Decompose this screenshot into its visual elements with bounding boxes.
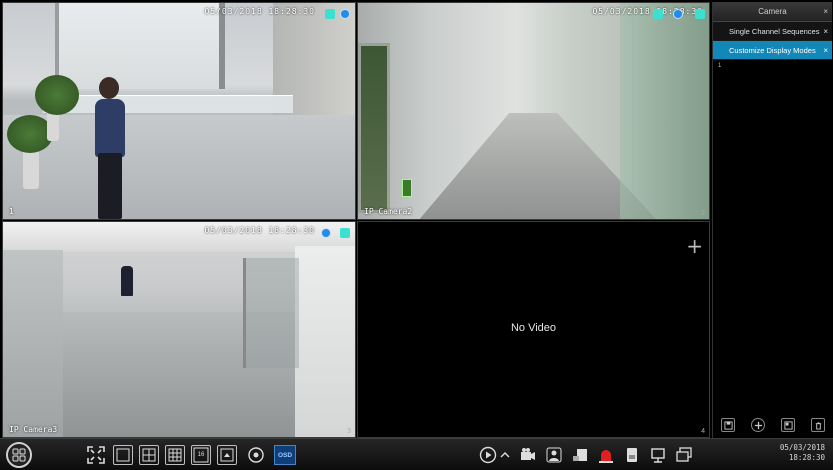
- menu-item-label: Single Channel Sequences: [729, 27, 820, 36]
- layout-16-label: 16: [197, 452, 205, 458]
- monitor-info-icon: [676, 447, 692, 462]
- network-icon: [651, 448, 665, 463]
- motion-alarm-icon: [325, 9, 335, 19]
- camera-name: IP Camera3: [9, 425, 58, 434]
- expand-toolbar-button[interactable]: [498, 445, 512, 465]
- system-date: 05/03/2018: [779, 443, 825, 452]
- record-status-icon: [321, 228, 331, 238]
- layout-1-icon: [116, 448, 130, 462]
- information-button[interactable]: [674, 445, 694, 465]
- record-button[interactable]: [518, 445, 538, 465]
- record-status-icon: [673, 9, 683, 19]
- close-panel-icon[interactable]: ×: [823, 2, 828, 22]
- playback-button[interactable]: [478, 445, 498, 465]
- play-icon: [479, 446, 497, 464]
- camera-tile-3[interactable]: 05/03/2018 18:28:30 IP Camera3 3: [2, 221, 356, 438]
- add-button[interactable]: [751, 418, 765, 432]
- channel-number: 4: [701, 428, 705, 435]
- layout-9-icon: [168, 448, 182, 462]
- alarm-status-button[interactable]: [596, 445, 616, 465]
- save-icon: [723, 420, 733, 430]
- alarm-icon: [340, 228, 350, 238]
- chevron-up-icon: [500, 452, 510, 458]
- add-icon: [754, 421, 762, 429]
- layout-4-button[interactable]: [139, 445, 159, 465]
- network-button[interactable]: [648, 445, 668, 465]
- camera-name: IP Camera2: [364, 207, 413, 216]
- camera-tile-4[interactable]: + No Video 4: [357, 221, 710, 438]
- channel-number: 3: [347, 428, 351, 435]
- camera-tile-1[interactable]: 05/03/2018 18:28:30 1: [2, 2, 356, 220]
- record-status-icon: [340, 9, 350, 19]
- record-camera-icon: [521, 448, 535, 460]
- system-time: 18:28:30: [788, 453, 825, 462]
- add-camera-icon[interactable]: +: [686, 236, 703, 256]
- menu-item-label: Customize Display Modes: [729, 46, 816, 55]
- chevron-icon: ×: [823, 46, 828, 55]
- osd-button[interactable]: OSD: [274, 445, 296, 465]
- sequence-button[interactable]: [217, 445, 237, 465]
- panel-button-row: [713, 418, 833, 432]
- layout-1-button[interactable]: [113, 445, 133, 465]
- delete-button[interactable]: [811, 418, 825, 432]
- chevron-icon: ×: [823, 27, 828, 36]
- view-toggle-button[interactable]: [246, 445, 266, 465]
- eye-icon: [248, 447, 264, 463]
- start-menu-button[interactable]: [6, 442, 32, 468]
- layout-9-button[interactable]: [165, 445, 185, 465]
- layout-16-button[interactable]: 16: [191, 445, 211, 465]
- snapshot-icon: [573, 449, 587, 461]
- bottom-toolbar: 16 OSD 05/03/2018 18:28:30: [0, 438, 833, 470]
- panel-title: Camera: [758, 7, 787, 16]
- no-video-label: No Video: [510, 322, 557, 334]
- camera-tile-2[interactable]: 05/03/2018 18:28:30 IP Camera2 2: [357, 2, 710, 220]
- start-menu-icon: [12, 448, 26, 462]
- layout-4-icon: [142, 448, 156, 462]
- osd-timestamp: 05/03/2018 18:28:30: [204, 7, 315, 16]
- layout-icon: [783, 420, 793, 430]
- menu-single-channel-sequences[interactable]: Single Channel Sequences ×: [713, 22, 832, 41]
- panel-header: Camera ×: [713, 2, 832, 22]
- disk-icon: [627, 448, 637, 462]
- delete-icon: [815, 421, 821, 430]
- sequence-icon: [220, 448, 234, 462]
- osd-timestamp: 05/03/2018 18:28:30: [204, 226, 315, 235]
- system-clock: 05/03/2018 18:28:30: [780, 443, 825, 463]
- alarm-light-icon: [599, 450, 613, 463]
- fullscreen-icon: [87, 446, 105, 464]
- video-grid: 05/03/2018 18:28:30 1 05/03/2018 18:28:3…: [2, 2, 710, 438]
- alarm-person-icon: [546, 447, 562, 463]
- camera-name: 1: [9, 207, 14, 216]
- motion-alarm-icon: [653, 9, 663, 19]
- save-button[interactable]: [721, 418, 735, 432]
- menu-customize-display-modes[interactable]: Customize Display Modes ×: [713, 41, 832, 60]
- channel-number: 2: [701, 210, 705, 217]
- disk-info-button[interactable]: [622, 445, 642, 465]
- osd-timestamp: 05/03/2018 18:28:30: [592, 7, 703, 16]
- manual-alarm-button[interactable]: [544, 445, 564, 465]
- display-mode-list-item[interactable]: 1: [713, 60, 832, 69]
- alarm-icon: [695, 9, 705, 19]
- layout-button[interactable]: [781, 418, 795, 432]
- exit-sign: [402, 179, 412, 197]
- camera-side-panel: Camera × Single Channel Sequences × Cust…: [712, 2, 832, 438]
- snapshot-button[interactable]: [570, 445, 590, 465]
- fullscreen-button[interactable]: [86, 445, 106, 465]
